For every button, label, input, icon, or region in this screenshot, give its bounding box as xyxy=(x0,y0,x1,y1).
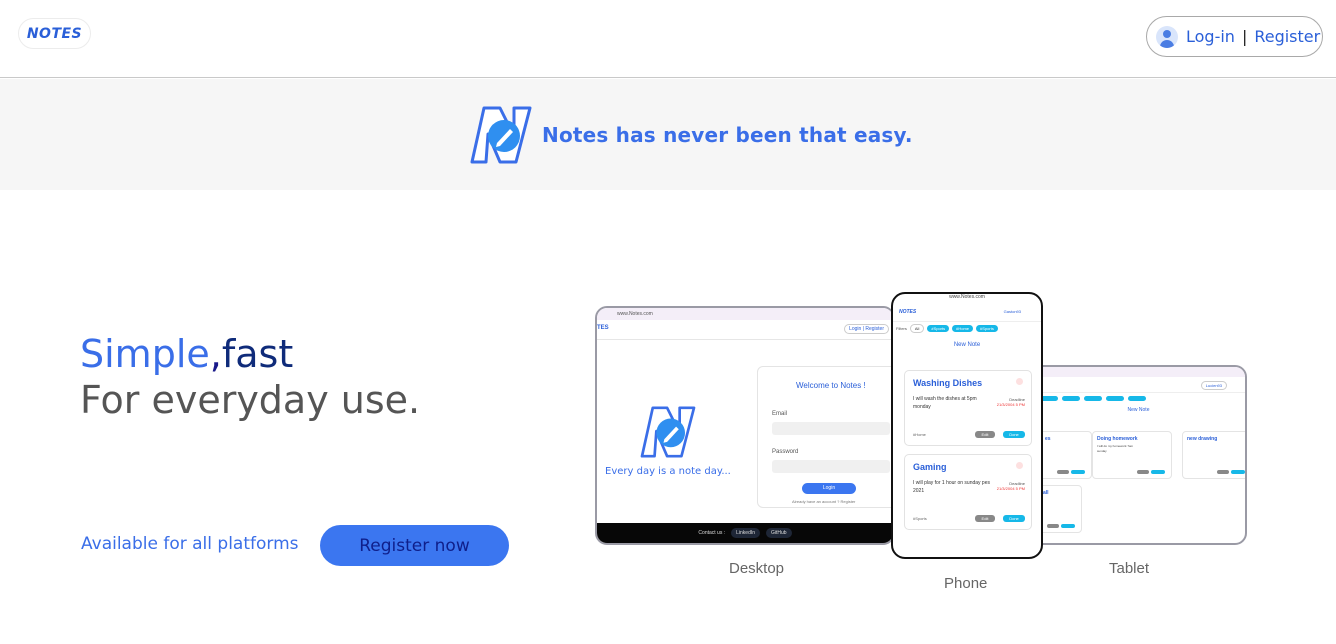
notes-logo[interactable]: NOTES xyxy=(18,18,91,49)
top-navbar: NOTES Log-in | Register xyxy=(0,0,1336,78)
tablet-note-title: es xyxy=(1045,436,1051,442)
phone-note-tag: #Sports xyxy=(913,516,927,521)
desktop-password-label: Password xyxy=(772,449,799,455)
phone-filter-all: All xyxy=(909,323,925,333)
phone-new-note: New Note xyxy=(953,342,981,348)
phone-note-card: Gaming I will play for 1 hour on sunday … xyxy=(904,454,1032,530)
tablet-note-title: new drawing xyxy=(1187,436,1218,442)
phone-note-deadline: Deadline 21/3/2004 5 PM xyxy=(996,397,1025,407)
phone-filters-label: Filters xyxy=(896,325,907,331)
desktop-mini-auth: Login | Register xyxy=(844,324,889,334)
register-link[interactable]: Register xyxy=(1254,27,1320,46)
desktop-login-button: Login xyxy=(802,483,856,494)
phone-note-body: I will wash the dishes at 5pm monday xyxy=(913,396,977,410)
phone-filters: Filters All #Sports #Home #Sports xyxy=(893,322,1041,334)
phone-filter-pill: #Home xyxy=(952,324,974,332)
phone-note-title: Gaming xyxy=(913,462,947,472)
phone-url-bar: www.Notes.com xyxy=(949,294,985,300)
phone-note-card: Washing Dishes I will wash the dishes at… xyxy=(904,370,1032,446)
tablet-label: Tablet xyxy=(1109,560,1150,577)
hero-subheading: For everyday use. xyxy=(80,378,421,422)
desktop-email-label: Email xyxy=(772,411,788,417)
desktop-mini-logo: TES xyxy=(597,325,609,331)
phone-note-body: I will play for 1 hour on sunday pes 202… xyxy=(913,480,990,494)
auth-separator: | xyxy=(1241,27,1248,46)
tablet-mini-auth: Lucien93 xyxy=(1200,381,1227,390)
register-now-button[interactable]: Register now xyxy=(320,525,509,566)
tablet-new-note: New Note xyxy=(1127,407,1150,413)
hero-comma: , xyxy=(209,332,222,376)
desktop-already-text: Already have an account ? Register xyxy=(792,499,856,504)
desktop-n-logo-icon xyxy=(640,406,696,458)
desktop-contact-label: Contact us : xyxy=(698,530,726,536)
login-link[interactable]: Log-in xyxy=(1186,27,1235,46)
tablet-note-title: Doing homework xyxy=(1097,436,1138,442)
tablet-url-bar xyxy=(1032,367,1245,377)
platforms-text: Available for all platforms xyxy=(81,534,299,554)
phone-mini-logo: NOTES xyxy=(899,309,917,315)
hero-word-simple: Simple xyxy=(80,332,210,376)
hero-word-fast: fast xyxy=(221,332,294,376)
tablet-mockup: Lucien93 New Note es Doing homework I wi… xyxy=(1030,365,1247,545)
phone-note-done: Done xyxy=(1003,515,1025,522)
desktop-nav: TES Login | Register xyxy=(597,320,893,340)
phone-note-title: Washing Dishes xyxy=(913,378,983,388)
desktop-tagline: Every day is a note day... xyxy=(605,466,731,477)
desktop-linkedin-chip: LinkedIn xyxy=(731,528,761,538)
desktop-mockup: www.Notes.com TES Login | Register Every… xyxy=(595,306,895,545)
phone-user: Gaston93 xyxy=(1003,309,1021,314)
notes-n-logo-icon xyxy=(470,106,532,164)
phone-note-deadline: Deadline 21/3/2004 5 PM xyxy=(996,481,1025,491)
trash-icon xyxy=(1016,378,1023,385)
phone-note-edit: Edit xyxy=(975,515,995,522)
desktop-password-field xyxy=(772,460,890,473)
desktop-url-bar: www.Notes.com xyxy=(597,308,893,320)
user-icon xyxy=(1156,25,1178,48)
desktop-welcome: Welcome to Notes ! xyxy=(796,381,866,390)
hero-banner: Notes has never been that easy. xyxy=(0,79,1336,190)
trash-icon xyxy=(1016,462,1023,469)
phone-note-tag: #Home xyxy=(913,432,926,437)
tablet-note-card: Doing homework I will do my homework 7am… xyxy=(1092,431,1172,479)
tablet-filters xyxy=(1032,393,1245,403)
auth-links: Log-in | Register xyxy=(1146,16,1323,57)
phone-filter-pill: #Sports xyxy=(927,324,950,332)
desktop-footer: Contact us : LinkedIn GitHub xyxy=(597,523,893,543)
phone-note-done: Done xyxy=(1003,431,1025,438)
phone-mockup: www.Notes.com NOTES Gaston93 Filters All… xyxy=(891,292,1043,559)
desktop-label: Desktop xyxy=(729,560,785,577)
banner-tagline: Notes has never been that easy. xyxy=(542,123,913,147)
tablet-note-card: new drawing xyxy=(1182,431,1245,479)
phone-filter-pill: #Sports xyxy=(976,324,998,332)
phone-label: Phone xyxy=(944,575,988,592)
phone-note-edit: Edit xyxy=(975,431,995,438)
desktop-login-card: Welcome to Notes ! Email Password Login … xyxy=(757,366,893,508)
phone-nav: NOTES Gaston93 xyxy=(893,302,1041,322)
desktop-email-field xyxy=(772,422,890,435)
desktop-github-chip: GitHub xyxy=(766,528,792,538)
hero-heading: Simple,fast xyxy=(80,332,293,376)
tablet-note-body: I will do my homework 7am sunday xyxy=(1097,444,1134,453)
tablet-note-title: all xyxy=(1043,490,1049,496)
tablet-nav: Lucien93 xyxy=(1032,377,1245,393)
